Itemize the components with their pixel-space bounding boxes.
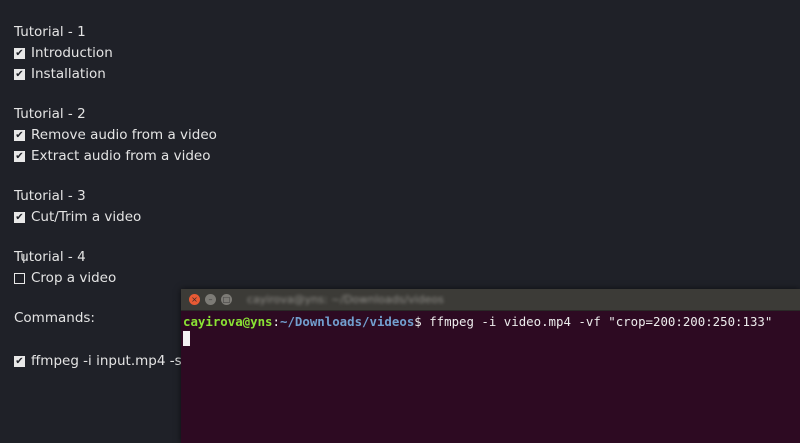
tutorial-2-title: Tutorial - 2 xyxy=(14,106,86,122)
command-label: ffmpeg -i input.mp4 -ss h xyxy=(31,353,202,369)
tutorial-1-title: Tutorial - 1 xyxy=(14,24,86,40)
terminal-body[interactable]: cayirova@yns:~/Downloads/videos$ ffmpeg … xyxy=(181,311,800,347)
checkbox-icon[interactable]: ✔ xyxy=(14,130,25,141)
tutorial-4-title: Tutorial - 4 xyxy=(14,249,86,265)
terminal-title: cayirova@yns: ~/Downloads/videos xyxy=(247,293,444,306)
task-cut-trim[interactable]: ✔ Cut/Trim a video xyxy=(14,207,217,228)
terminal-command: ffmpeg -i video.mp4 -vf "crop=200:200:25… xyxy=(429,314,773,329)
task-label: Installation xyxy=(31,66,106,82)
task-extract-audio[interactable]: ✔ Extract audio from a video xyxy=(14,146,217,167)
prompt-user: cayirova@yns xyxy=(183,314,273,329)
task-installation[interactable]: ✔ Installation xyxy=(14,64,217,85)
checkbox-icon[interactable]: ✔ xyxy=(14,48,25,59)
task-label: Extract audio from a video xyxy=(31,148,211,164)
text-cursor-icon: I xyxy=(22,252,26,266)
terminal-cursor xyxy=(183,331,190,346)
task-introduction[interactable]: ✔ Introduction xyxy=(14,43,217,64)
terminal-titlebar[interactable]: × – □ cayirova@yns: ~/Downloads/videos xyxy=(181,289,800,311)
task-remove-audio[interactable]: ✔ Remove audio from a video xyxy=(14,125,217,146)
task-label: Remove audio from a video xyxy=(31,127,217,143)
checkbox-icon[interactable]: ✔ xyxy=(14,151,25,162)
prompt-path: ~/Downloads/videos xyxy=(280,314,415,329)
close-icon[interactable]: × xyxy=(189,294,200,305)
prompt-symbol: $ xyxy=(414,314,430,329)
checkbox-icon[interactable]: ✔ xyxy=(14,212,25,223)
task-crop[interactable]: ✔ Crop a video xyxy=(14,268,217,289)
task-label: Cut/Trim a video xyxy=(31,209,142,225)
maximize-icon[interactable]: □ xyxy=(221,294,232,305)
prompt-colon: : xyxy=(272,314,280,329)
minimize-icon[interactable]: – xyxy=(205,294,216,305)
checkbox-icon[interactable]: ✔ xyxy=(14,356,25,367)
task-label: Crop a video xyxy=(31,270,117,286)
checkbox-icon[interactable]: ✔ xyxy=(14,273,25,284)
task-label: Introduction xyxy=(31,45,113,61)
checkbox-icon[interactable]: ✔ xyxy=(14,69,25,80)
tutorial-3-title: Tutorial - 3 xyxy=(14,188,86,204)
terminal-window[interactable]: × – □ cayirova@yns: ~/Downloads/videos c… xyxy=(181,289,800,443)
